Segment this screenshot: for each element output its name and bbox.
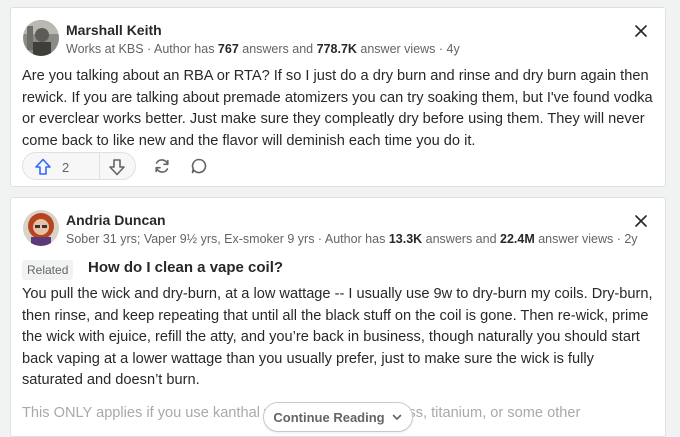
upvote-arrow-icon (35, 158, 51, 175)
continue-reading-button[interactable]: Continue Reading (263, 402, 413, 432)
comment-icon[interactable] (189, 156, 209, 176)
close-icon[interactable] (633, 23, 649, 39)
vote-divider (99, 153, 100, 179)
answer-body: You pull the wick and dry-burn, at a low… (22, 286, 653, 388)
answer-body: Are you talking about an RBA or RTA? If … (22, 68, 653, 149)
author-credentials: Works at KBS · Author has 767 answers an… (66, 42, 460, 56)
author-avatar[interactable] (23, 20, 59, 56)
continue-reading-label: Continue Reading (273, 409, 385, 425)
share-icon[interactable] (152, 156, 172, 176)
author-name[interactable]: Andria Duncan (66, 212, 166, 228)
answer-card-andria-duncan: Andria Duncan Sober 31 yrs; Vaper 9½ yrs… (10, 197, 666, 437)
downvote-button[interactable] (107, 157, 127, 177)
chevron-down-icon (392, 414, 401, 420)
author-avatar[interactable] (23, 210, 59, 246)
related-badge: Related (22, 260, 74, 280)
downvote-arrow-icon (109, 159, 125, 176)
close-icon[interactable] (633, 213, 649, 229)
author-credentials: Sober 31 yrs; Vaper 9½ yrs, Ex-smoker 9 … (66, 232, 638, 246)
related-question-title[interactable]: How do I clean a vape coil? (88, 259, 283, 276)
upvote-count: 2 (62, 159, 70, 175)
upvote-button[interactable]: 2 (33, 156, 93, 178)
vote-pill: 2 (22, 152, 136, 180)
author-name[interactable]: Marshall Keith (66, 22, 162, 38)
answer-card-marshall-keith: Marshall Keith Works at KBS · Author has… (10, 7, 666, 187)
